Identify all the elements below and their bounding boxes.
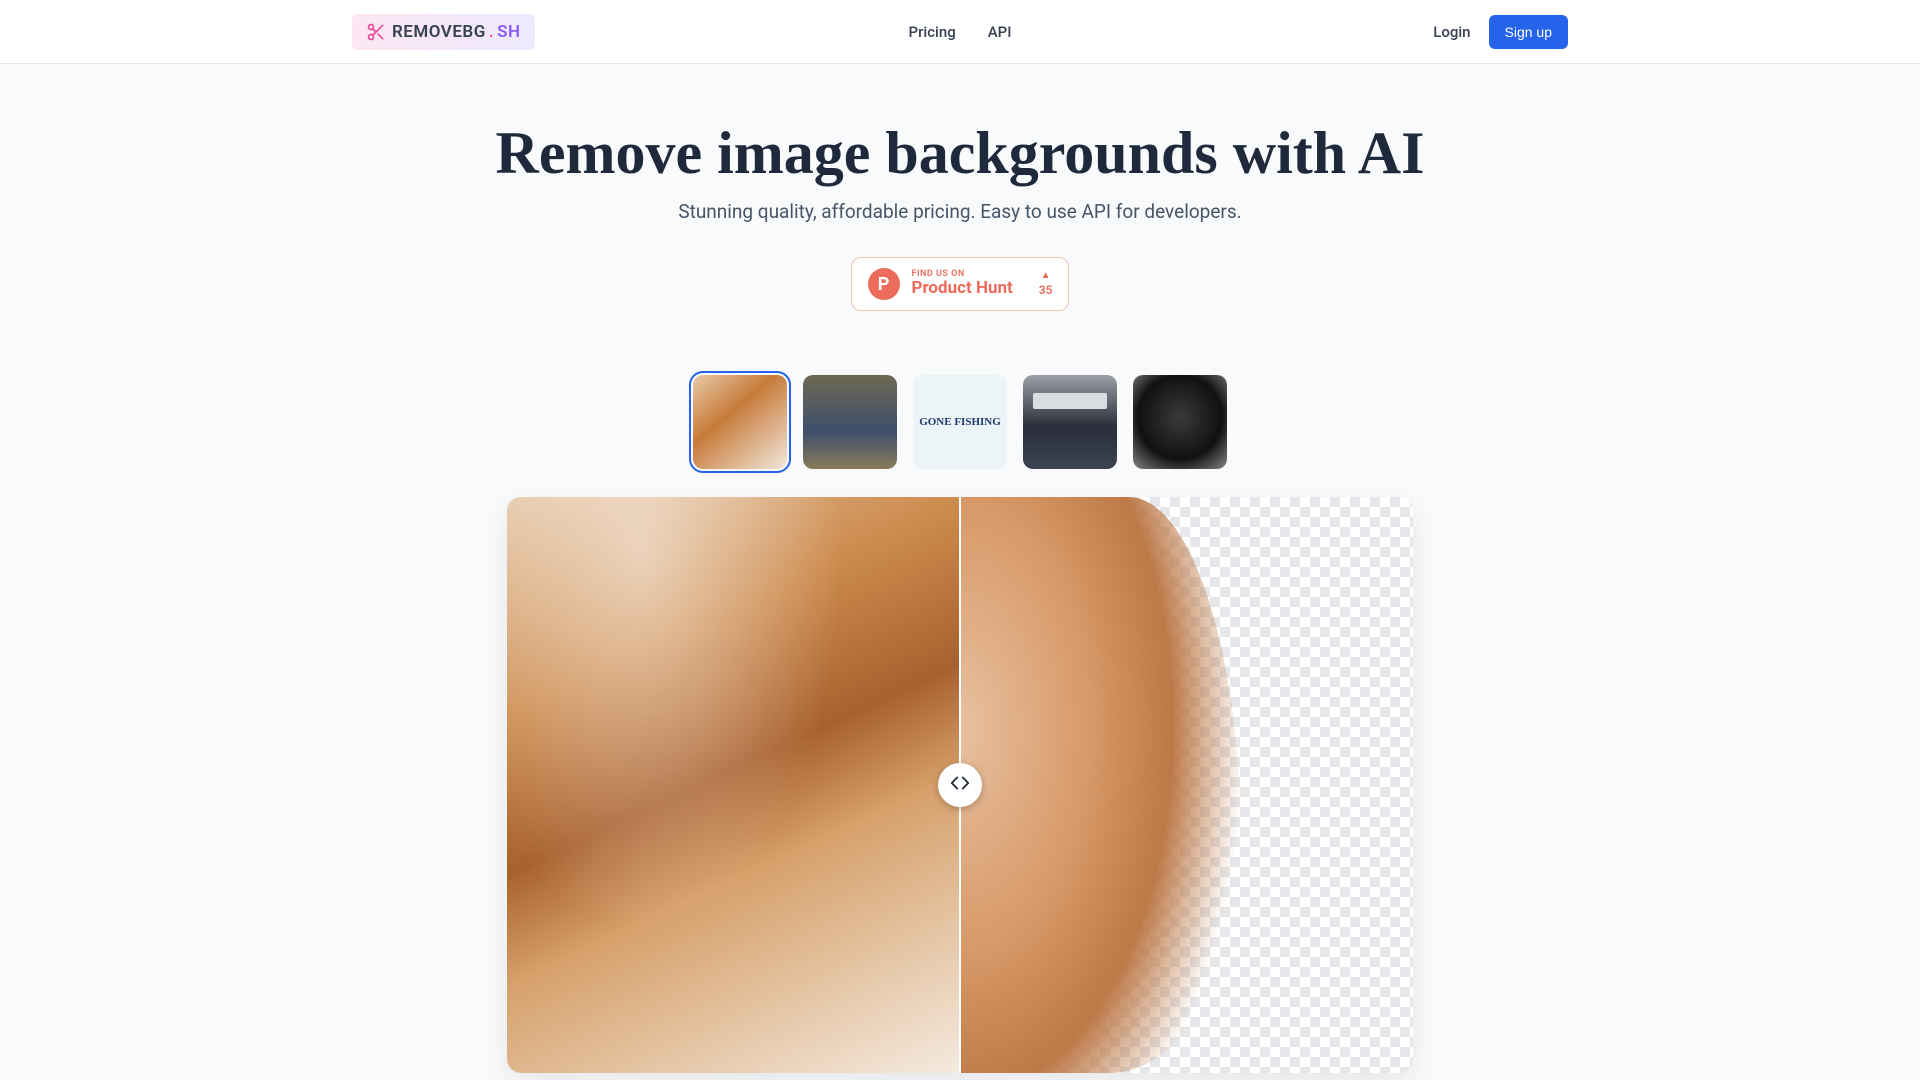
product-hunt-upvote-count: 35	[1039, 283, 1053, 297]
nav-center: Pricing API	[909, 23, 1012, 41]
nav-link-pricing[interactable]: Pricing	[909, 23, 956, 41]
product-hunt-logo-icon: P	[868, 268, 900, 300]
login-link[interactable]: Login	[1433, 23, 1470, 41]
example-thumb-person-desk[interactable]: Person at desk	[803, 375, 897, 469]
thumb-label: Portrait	[740, 375, 741, 376]
thumb-label: Backpack	[1180, 375, 1181, 376]
compare-after-subject	[960, 497, 1241, 1073]
example-thumb-backpack[interactable]: Backpack	[1133, 375, 1227, 469]
hero-section: Remove image backgrounds with AI Stunnin…	[0, 64, 1920, 1073]
upvote-triangle-icon: ▲	[1041, 271, 1051, 281]
example-thumb-portrait[interactable]: Portrait	[693, 375, 787, 469]
example-thumbnail-strip: Portrait Person at desk GONE FISHING Car…	[24, 375, 1896, 469]
chevrons-horizontal-icon	[949, 772, 971, 798]
logo-text-main: REMOVEBG	[392, 22, 486, 42]
example-thumb-gone-fishing[interactable]: GONE FISHING	[913, 375, 1007, 469]
hero-title: Remove image backgrounds with AI	[24, 120, 1896, 186]
signup-button[interactable]: Sign up	[1489, 15, 1568, 49]
compare-before-image	[507, 497, 960, 1073]
brand-logo[interactable]: REMOVEBG.SH	[352, 14, 535, 50]
product-hunt-upvote: ▲ 35	[1039, 271, 1053, 297]
logo-text-dot: .	[486, 22, 497, 42]
before-after-compare[interactable]	[507, 497, 1413, 1073]
product-hunt-name: Product Hunt	[912, 279, 1013, 299]
hero-subtitle: Stunning quality, affordable pricing. Ea…	[24, 200, 1896, 223]
thumb-label: Person at desk	[850, 375, 851, 376]
nav-right: Login Sign up	[1433, 15, 1568, 49]
logo-text: REMOVEBG.SH	[392, 22, 521, 42]
scissors-icon	[366, 22, 386, 42]
thumb-label: GONE FISHING	[919, 416, 1001, 428]
product-hunt-badge[interactable]: P FIND US ON Product Hunt ▲ 35	[851, 257, 1070, 311]
logo-text-suffix: SH	[497, 22, 520, 42]
nav-link-api[interactable]: API	[988, 23, 1012, 41]
example-thumb-car[interactable]: Car	[1023, 375, 1117, 469]
compare-after-image	[960, 497, 1413, 1073]
product-hunt-text: FIND US ON Product Hunt	[912, 269, 1013, 299]
top-navbar: REMOVEBG.SH Pricing API Login Sign up	[0, 0, 1920, 64]
thumb-label: Car	[1070, 375, 1071, 376]
compare-slider-handle[interactable]	[938, 763, 982, 807]
navbar-inner: REMOVEBG.SH Pricing API Login Sign up	[352, 14, 1568, 50]
